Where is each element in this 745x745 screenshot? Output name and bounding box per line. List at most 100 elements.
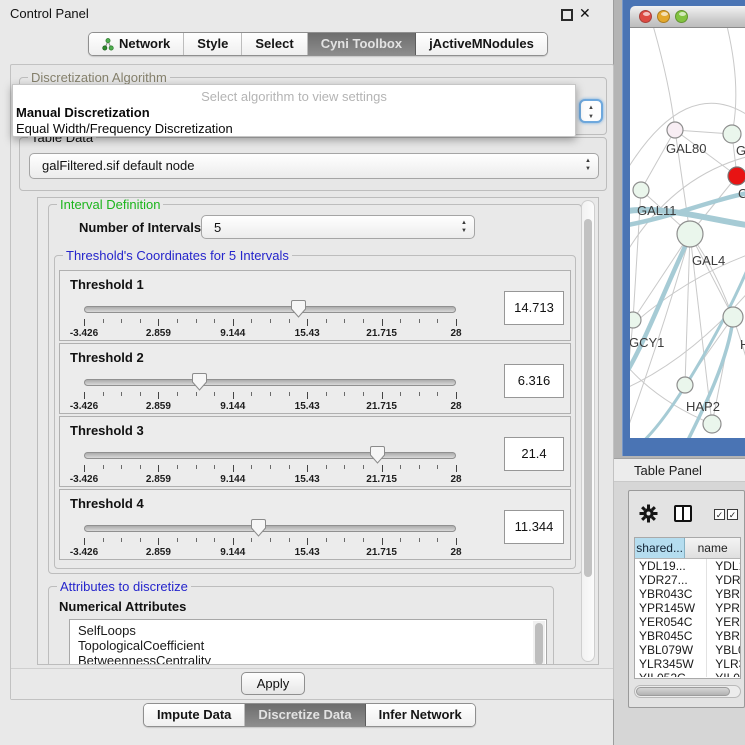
cell: YDL1: [707, 559, 740, 573]
tab-network[interactable]: Network: [89, 33, 184, 55]
threshold-value-input[interactable]: 14.713: [504, 291, 564, 325]
gear-icon[interactable]: [639, 504, 658, 523]
mac-close-button[interactable]: [639, 10, 652, 23]
threshold-slider: -3.4262.8599.14415.4321.71528: [84, 297, 456, 341]
tab-infer-network[interactable]: Infer Network: [366, 704, 475, 726]
network-node[interactable]: [723, 125, 741, 143]
mac-zoom-button[interactable]: [675, 10, 688, 23]
cell: YDR27...: [635, 573, 707, 587]
table-row[interactable]: YLR345WYLR3: [635, 657, 740, 671]
control-panel: Control Panel ✕ Network Style Select Cyn…: [0, 0, 614, 745]
tab-cyni-toolbox[interactable]: Cyni Toolbox: [308, 33, 416, 55]
network-node[interactable]: [728, 167, 745, 185]
slider-track[interactable]: [84, 525, 456, 532]
table-row[interactable]: YER054CYER0: [635, 615, 740, 629]
slider-thumb[interactable]: [192, 372, 207, 391]
chevron-down-icon: ▼: [581, 113, 601, 122]
network-edge[interactable]: [690, 234, 733, 317]
float-icon[interactable]: [561, 9, 573, 21]
tab-discretize-data[interactable]: Discretize Data: [245, 704, 365, 726]
network-node[interactable]: [677, 221, 703, 247]
mac-minimize-button[interactable]: [657, 10, 670, 23]
numerical-attributes-label: Numerical Attributes: [59, 599, 186, 614]
table-panel-titlebar[interactable]: Table Panel: [614, 458, 745, 482]
cell: YLR3: [707, 657, 740, 671]
table-row[interactable]: YBR043CYBR0: [635, 587, 740, 601]
tab-style[interactable]: Style: [184, 33, 242, 55]
tab-jactivemnodules[interactable]: jActiveMNodules: [416, 33, 547, 55]
network-node[interactable]: [667, 122, 683, 138]
horizontal-scrollbar[interactable]: [634, 685, 741, 698]
network-edge[interactable]: [726, 28, 736, 134]
network-window-titlebar[interactable]: [630, 6, 745, 28]
popup-item-equal-width-frequency[interactable]: Equal Width/Frequency Discretization: [16, 121, 233, 136]
network-node[interactable]: [677, 377, 693, 393]
slider-thumb[interactable]: [370, 445, 385, 464]
scrollbar-thumb[interactable]: [584, 219, 592, 577]
table-row[interactable]: YBR045CYBR0: [635, 629, 740, 643]
tab-impute-data[interactable]: Impute Data: [144, 704, 245, 726]
threshold-value-input[interactable]: 11.344: [504, 510, 564, 544]
checkbox-icon[interactable]: ✓: [714, 509, 725, 520]
bottom-tab-bar: Impute Data Discretize Data Infer Networ…: [143, 703, 476, 727]
network-canvas[interactable]: GAL80GACGAL11GAL4GCY1HHAP2: [630, 28, 745, 438]
panel-title: Control Panel: [10, 6, 89, 21]
list-item[interactable]: SelfLoops: [70, 623, 546, 638]
network-edge[interactable]: [685, 234, 690, 385]
table-row[interactable]: YPR145WYPR1: [635, 601, 740, 615]
threshold-value-input[interactable]: 21.4: [504, 437, 564, 471]
threshold-label: Threshold 2: [70, 350, 144, 365]
network-edge[interactable]: [633, 234, 690, 320]
network-node[interactable]: [633, 182, 649, 198]
algorithm-combo-arrow-button[interactable]: ▲ ▼: [579, 99, 603, 123]
slider-ticks: [84, 464, 456, 472]
vertical-scrollbar[interactable]: [581, 200, 595, 662]
table-row[interactable]: YDL19...YDL1: [635, 559, 740, 573]
group-title: Discretization Algorithm: [28, 70, 170, 85]
cell: YBL0: [707, 643, 740, 657]
number-of-intervals-combo[interactable]: 5 ▲▼: [201, 215, 475, 239]
slider-thumb[interactable]: [291, 299, 306, 318]
close-icon[interactable]: ✕: [579, 5, 591, 22]
list-item[interactable]: BetweennessCentrality: [70, 653, 546, 665]
network-node[interactable]: [703, 415, 721, 433]
slider-tick-labels: -3.4262.8599.14415.4321.71528: [84, 401, 456, 413]
slider-ticks: [84, 391, 456, 399]
table-header-row: shared... name: [635, 538, 740, 559]
slider-track[interactable]: [84, 452, 456, 459]
network-node-label: GAL11: [637, 203, 677, 218]
popup-item-manual-discretization[interactable]: Manual Discretization: [16, 105, 150, 120]
network-edge[interactable]: [641, 130, 675, 190]
column-header-name[interactable]: name: [685, 538, 740, 558]
cyni-toolbox-panel: Discretization Algorithm ▲ ▼ Table Data …: [10, 64, 614, 700]
slider-tick-labels: -3.4262.8599.14415.4321.71528: [84, 328, 456, 340]
cell: YDR2: [707, 573, 740, 587]
apply-button[interactable]: Apply: [241, 672, 305, 695]
slider-thumb[interactable]: [251, 518, 266, 537]
slider-track[interactable]: [84, 379, 456, 386]
network-node[interactable]: [630, 312, 641, 328]
table-data-combo[interactable]: galFiltered.sif default node ▲▼: [29, 153, 599, 179]
threshold-label: Threshold 3: [70, 423, 144, 438]
list-item[interactable]: TopologicalCoefficient: [70, 638, 546, 653]
scrollbar-thumb[interactable]: [535, 623, 543, 665]
threshold-value-input[interactable]: 6.316: [504, 364, 564, 398]
cell: YLR345W: [635, 657, 707, 671]
tab-select[interactable]: Select: [242, 33, 307, 55]
network-node[interactable]: [723, 307, 743, 327]
table-row[interactable]: YBL079WYBL0: [635, 643, 740, 657]
column-header-shared-name[interactable]: shared...: [635, 538, 685, 558]
checkbox-icon[interactable]: ✓: [727, 509, 738, 520]
slider-ticks: [84, 318, 456, 326]
combo-selected-value: 5: [214, 220, 221, 235]
list-scrollbar[interactable]: [533, 621, 545, 665]
table-row[interactable]: YIL052CYIL0: [635, 671, 740, 677]
tab-label: Cyni Toolbox: [321, 33, 402, 55]
network-edge[interactable]: [652, 28, 675, 130]
columns-icon[interactable]: [674, 505, 692, 522]
table-row[interactable]: YDR27...YDR2: [635, 573, 740, 587]
network-edge-highlighted[interactable]: [630, 236, 690, 380]
network-node-label: HAP2: [686, 399, 720, 414]
slider-track[interactable]: [84, 306, 456, 313]
scrollbar-thumb[interactable]: [636, 687, 730, 696]
